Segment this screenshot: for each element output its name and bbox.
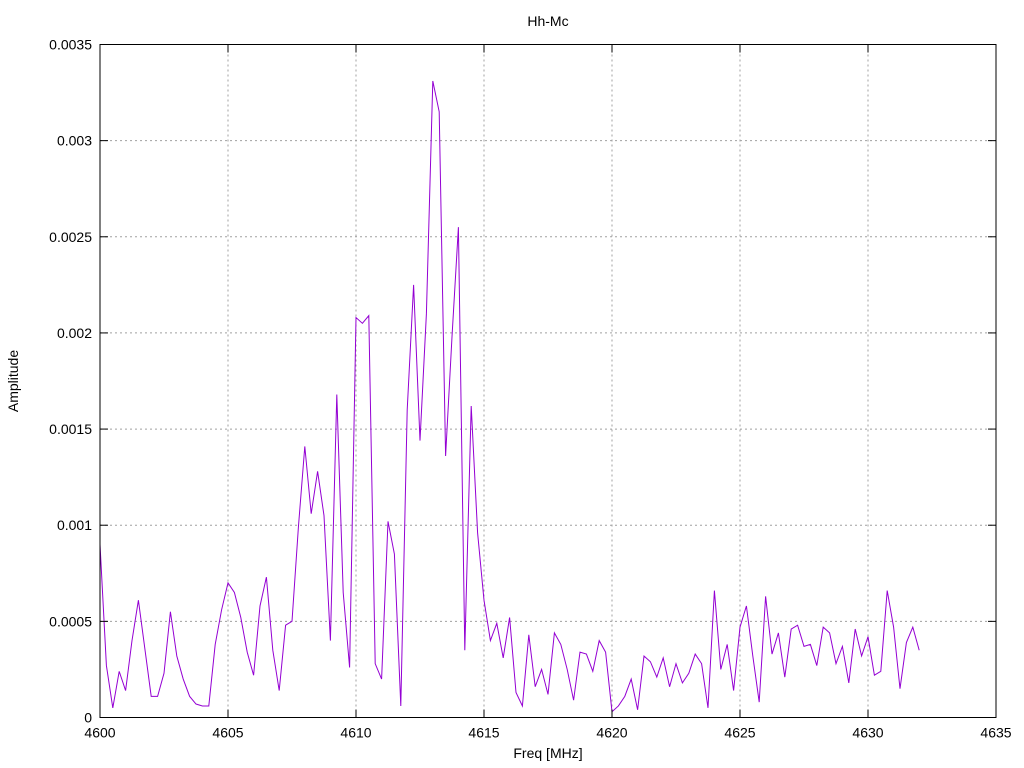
y-tick-label: 0.001 xyxy=(57,517,92,533)
chart: 4600 4605 4610 4615 4620 4625 4630 4635 0 0.0005 0… xyxy=(0,0,1024,768)
x-tick-label: 4620 xyxy=(596,725,627,741)
x-tick-label: 4630 xyxy=(852,725,883,741)
x-tick-label: 4625 xyxy=(724,725,755,741)
x-tick-label: 4605 xyxy=(212,725,243,741)
x-tick-label: 4635 xyxy=(980,725,1011,741)
x-axis-title: Freq [MHz] xyxy=(513,745,582,761)
y-tick-label: 0.0005 xyxy=(49,613,92,629)
y-tick-label: 0.0025 xyxy=(49,229,92,245)
x-tick-label: 4615 xyxy=(468,725,499,741)
y-tick-label: 0.002 xyxy=(57,325,92,341)
y-tick-label: 0.0035 xyxy=(49,37,92,53)
chart-title: Hh-Mc xyxy=(527,13,568,29)
x-tick-label: 4600 xyxy=(84,725,115,741)
y-tick-label: 0 xyxy=(84,710,92,726)
x-tick-label: 4610 xyxy=(340,725,371,741)
y-tick-label: 0.003 xyxy=(57,133,92,149)
y-axis-title: Amplitude xyxy=(5,350,21,412)
y-tick-label: 0.0015 xyxy=(49,421,92,437)
